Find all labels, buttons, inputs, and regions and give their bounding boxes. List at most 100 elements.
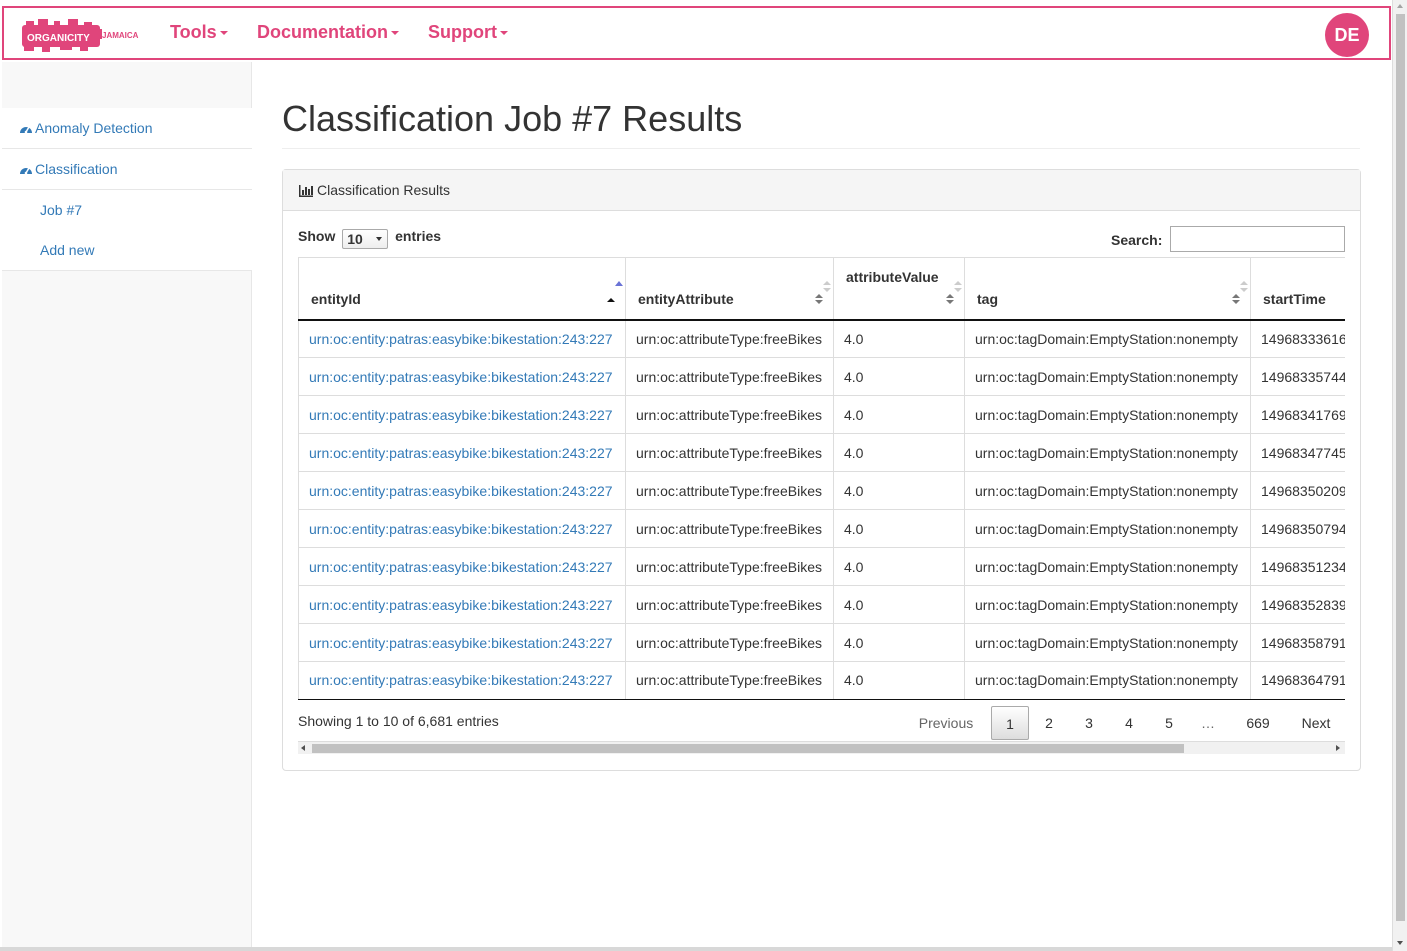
pagination-next[interactable]: Next: [1289, 706, 1343, 740]
sort-asc-icon: [607, 297, 615, 302]
column-header-tag[interactable]: tag: [964, 257, 1251, 321]
cell-entityid[interactable]: urn:oc:entity:patras:easybike:bikestatio…: [298, 585, 626, 624]
horizontal-scrollbar[interactable]: [298, 741, 1345, 754]
vertical-scrollbar[interactable]: [1392, 0, 1407, 951]
cell-starttime: 14968333616: [1250, 319, 1345, 358]
cell-entityid[interactable]: urn:oc:entity:patras:easybike:bikestatio…: [298, 395, 626, 434]
organicity-logo[interactable]: ORGANICITY JAMAICA: [20, 17, 144, 53]
cell-entityid[interactable]: urn:oc:entity:patras:easybike:bikestatio…: [298, 547, 626, 586]
cell-entityattribute: urn:oc:attributeType:freeBikes: [625, 319, 834, 358]
column-header-entityattribute[interactable]: entityAttribute: [625, 257, 834, 321]
scroll-left-icon[interactable]: [301, 745, 305, 751]
scroll-up-icon[interactable]: [1397, 4, 1403, 8]
pagination-page-669[interactable]: 669: [1235, 706, 1281, 740]
length-show-label: Show: [298, 228, 336, 244]
column-header-attributevalue[interactable]: attributeValue: [833, 257, 965, 321]
length-control: Show 10 entries: [298, 228, 441, 249]
scroll-down-icon[interactable]: [1397, 941, 1403, 945]
cell-tag: urn:oc:tagDomain:EmptyStation:nonempty: [964, 319, 1251, 358]
sidebar-subitem-job-7[interactable]: Job #7: [2, 190, 252, 230]
column-header-label: startTime: [1263, 290, 1326, 307]
panel-heading: Classification Results: [283, 170, 1360, 211]
table-row: urn:oc:entity:patras:easybike:bikestatio…: [298, 395, 1345, 434]
table-row: urn:oc:entity:patras:easybike:bikestatio…: [298, 433, 1345, 472]
sort-indicator-icon: [1240, 281, 1248, 292]
cell-entityid[interactable]: urn:oc:entity:patras:easybike:bikestatio…: [298, 623, 626, 662]
chevron-down-icon: [376, 237, 383, 241]
panel-heading-label: Classification Results: [317, 182, 451, 198]
nav-documentation-label: Documentation: [257, 22, 389, 42]
cell-entityattribute: urn:oc:attributeType:freeBikes: [625, 547, 834, 586]
window-bottom-edge: [0, 947, 1392, 951]
cell-entityattribute: urn:oc:attributeType:freeBikes: [625, 661, 834, 700]
table-row: urn:oc:entity:patras:easybike:bikestatio…: [298, 471, 1345, 510]
pagination-ellipsis: …: [1201, 715, 1215, 731]
sort-both-icon: [1232, 293, 1240, 304]
classification-submenu: Job #7 Add new: [2, 190, 252, 271]
scroll-right-icon[interactable]: [1336, 745, 1340, 751]
table-row: urn:oc:entity:patras:easybike:bikestatio…: [298, 509, 1345, 548]
cell-entityattribute: urn:oc:attributeType:freeBikes: [625, 623, 834, 662]
length-select[interactable]: 10: [342, 229, 389, 249]
cell-tag: urn:oc:tagDomain:EmptyStation:nonempty: [964, 623, 1251, 662]
table-header-row: entityId entityAttribute attributeValue: [298, 257, 1345, 321]
cell-entityid[interactable]: urn:oc:entity:patras:easybike:bikestatio…: [298, 357, 626, 396]
search-label: Search:: [1111, 232, 1163, 248]
cell-entityid[interactable]: urn:oc:entity:patras:easybike:bikestatio…: [298, 661, 626, 700]
cell-tag: urn:oc:tagDomain:EmptyStation:nonempty: [964, 395, 1251, 434]
pagination-page-4[interactable]: 4: [1111, 706, 1147, 740]
column-header-label: entityId: [311, 290, 361, 307]
sidebar-item-classification[interactable]: Classification: [2, 149, 252, 190]
table-row: urn:oc:entity:patras:easybike:bikestatio…: [298, 357, 1345, 396]
side-menu: Anomaly Detection Classification Job #7 …: [2, 108, 252, 271]
cell-entityid[interactable]: urn:oc:entity:patras:easybike:bikestatio…: [298, 319, 626, 358]
table-row: urn:oc:entity:patras:easybike:bikestatio…: [298, 585, 1345, 624]
pagination-page-1[interactable]: 1: [991, 706, 1029, 740]
table-row: urn:oc:entity:patras:easybike:bikestatio…: [298, 661, 1345, 700]
pagination-page-2[interactable]: 2: [1031, 706, 1067, 740]
caret-down-icon: [219, 31, 228, 36]
cell-attributevalue: 4.0: [833, 395, 965, 434]
logo-subtext: JAMAICA: [102, 31, 139, 40]
nav-support-label: Support: [428, 22, 497, 42]
nav-tools[interactable]: Tools: [170, 22, 228, 43]
sidebar-subitem-add-new[interactable]: Add new: [2, 230, 252, 270]
page-title: Classification Job #7 Results: [282, 98, 743, 139]
top-navbar: ORGANICITY JAMAICA Tools Documentation S…: [2, 6, 1391, 60]
table-row: urn:oc:entity:patras:easybike:bikestatio…: [298, 547, 1345, 586]
cell-starttime: 14968335744: [1250, 357, 1345, 396]
dashboard-icon: [20, 167, 32, 175]
cell-tag: urn:oc:tagDomain:EmptyStation:nonempty: [964, 357, 1251, 396]
scrollbar-thumb[interactable]: [312, 744, 1184, 753]
pagination-page-3[interactable]: 3: [1071, 706, 1107, 740]
column-header-entityid[interactable]: entityId: [298, 257, 626, 321]
title-divider: [282, 148, 1360, 149]
nav-tools-label: Tools: [170, 22, 217, 42]
search-input[interactable]: [1170, 226, 1345, 252]
cell-starttime: 14968350794: [1250, 509, 1345, 548]
results-panel: Classification Results Show 10 entries S…: [282, 169, 1361, 771]
cell-starttime: 14968347745: [1250, 433, 1345, 472]
cell-attributevalue: 4.0: [833, 357, 965, 396]
cell-tag: urn:oc:tagDomain:EmptyStation:nonempty: [964, 433, 1251, 472]
sort-both-icon: [815, 293, 823, 304]
user-avatar[interactable]: DE: [1325, 13, 1369, 57]
cell-entityid[interactable]: urn:oc:entity:patras:easybike:bikestatio…: [298, 509, 626, 548]
nav-support[interactable]: Support: [428, 22, 508, 43]
sort-both-icon: [946, 293, 954, 304]
scrollbar-thumb[interactable]: [1396, 14, 1405, 921]
cell-entityattribute: urn:oc:attributeType:freeBikes: [625, 357, 834, 396]
pagination-previous[interactable]: Previous: [905, 706, 987, 740]
cell-tag: urn:oc:tagDomain:EmptyStation:nonempty: [964, 471, 1251, 510]
pagination-page-5[interactable]: 5: [1151, 706, 1187, 740]
nav-documentation[interactable]: Documentation: [257, 22, 400, 43]
column-header-starttime[interactable]: startTime: [1250, 257, 1345, 321]
cell-tag: urn:oc:tagDomain:EmptyStation:nonempty: [964, 661, 1251, 700]
column-header-label: tag: [977, 290, 998, 307]
cell-entityid[interactable]: urn:oc:entity:patras:easybike:bikestatio…: [298, 471, 626, 510]
cell-attributevalue: 4.0: [833, 661, 965, 700]
sidebar-item-anomaly-detection[interactable]: Anomaly Detection: [2, 108, 252, 149]
sidebar: Anomaly Detection Classification Job #7 …: [2, 62, 252, 947]
sort-indicator-icon: [823, 281, 831, 292]
cell-entityid[interactable]: urn:oc:entity:patras:easybike:bikestatio…: [298, 433, 626, 472]
